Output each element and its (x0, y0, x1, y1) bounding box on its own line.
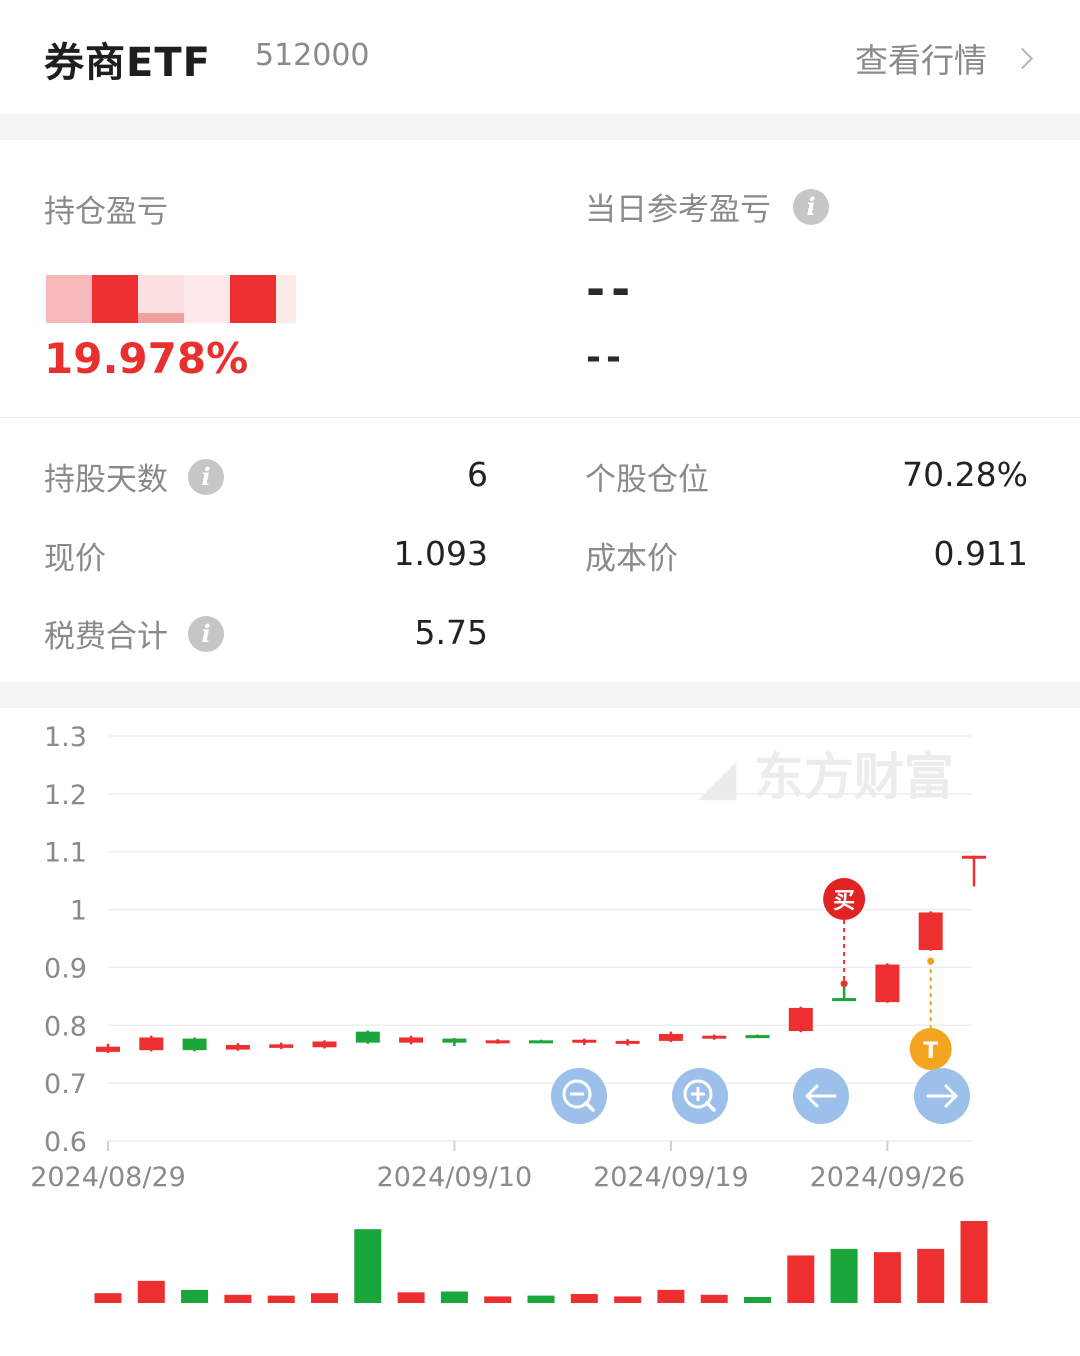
candle-body (355, 1031, 380, 1043)
y-tick-label: 1.1 (44, 838, 87, 869)
price-value: 1.093 (393, 534, 488, 573)
x-tick-label: 2024/09/26 (810, 1162, 966, 1193)
candle-body (962, 855, 986, 859)
volume-bar (311, 1293, 338, 1303)
cost-value: 0.911 (933, 534, 1028, 573)
y-tick-label: 0.9 (44, 953, 87, 984)
x-tick-label: 2024/09/19 (593, 1162, 749, 1193)
volume-bar (960, 1221, 988, 1303)
volume-bar (484, 1296, 512, 1303)
buy-marker-dot (840, 980, 848, 988)
zoom-in-icon[interactable] (672, 1068, 728, 1124)
volume-bar (137, 1280, 165, 1303)
volume-bar (570, 1293, 598, 1303)
hold-pnl-label: 持仓盈亏 (44, 194, 168, 230)
t-marker-text: T (923, 1039, 938, 1064)
fee-label: 税费合计 (44, 619, 168, 655)
y-tick-label: 0.7 (44, 1069, 87, 1100)
candle-body (269, 1044, 294, 1048)
candle-body (832, 998, 857, 1002)
hold-days-label-group: 持股天数 i (44, 454, 224, 499)
candle-body (788, 1007, 813, 1032)
position-value: 70.28% (902, 455, 1028, 494)
volume-bar (354, 1229, 382, 1303)
price-label: 现价 (44, 533, 106, 578)
candle-body (182, 1038, 207, 1051)
candle-body (615, 1040, 640, 1044)
volume-bar (700, 1294, 728, 1303)
fund-title: 券商ETF (44, 40, 211, 86)
divider (0, 417, 1080, 418)
arrow-left-icon[interactable] (793, 1068, 849, 1124)
hold-days-label: 持股天数 (44, 462, 168, 498)
candle-body (399, 1037, 424, 1043)
fund-code: 512000 (255, 38, 370, 73)
candle-body (918, 912, 943, 951)
buy-marker-text: 买 (833, 889, 855, 914)
hidden-amount-mosaic (46, 275, 296, 323)
volume-bar (181, 1289, 209, 1303)
header: 券商ETF 512000 查看行情 (0, 0, 1080, 114)
y-tick-label: 0.8 (44, 1011, 87, 1042)
info-icon[interactable]: i (188, 458, 224, 495)
candle-body (745, 1035, 770, 1039)
info-icon[interactable]: i (188, 615, 224, 652)
volume-bar (440, 1291, 468, 1303)
hold-days-value: 6 (467, 455, 488, 494)
volume-bar (614, 1296, 642, 1303)
candle-body (702, 1035, 727, 1039)
fee-value: 5.75 (414, 613, 488, 652)
candle-body (572, 1039, 597, 1043)
volume-bar (787, 1255, 815, 1303)
volume-bar (744, 1297, 771, 1303)
y-tick-label: 1.3 (44, 722, 87, 753)
candle-body (96, 1046, 120, 1052)
t-marker-dot (927, 957, 935, 965)
zoom-out-icon[interactable] (551, 1068, 607, 1124)
view-quote-label: 查看行情 (855, 41, 987, 80)
hold-pnl-percent: 19.978% (44, 334, 249, 383)
info-icon[interactable]: i (793, 188, 829, 225)
volume-bar (397, 1292, 425, 1303)
candle-body (139, 1037, 164, 1051)
x-tick-label: 2024/09/10 (377, 1162, 533, 1193)
volume-bar (873, 1252, 901, 1303)
candle-body (442, 1038, 467, 1043)
view-quote-link[interactable]: 查看行情 (855, 34, 1034, 82)
candle-body (485, 1040, 510, 1044)
volume-bar (527, 1295, 555, 1303)
fee-label-group: 税费合计 i (44, 611, 224, 656)
candle-body (529, 1040, 553, 1044)
volume-bar (657, 1289, 685, 1303)
candle-body (225, 1044, 250, 1050)
cost-label-text: 成本价 (585, 541, 678, 577)
today-pnl-label: 当日参考盈亏 (585, 192, 771, 228)
section-divider (0, 114, 1080, 140)
y-tick-label: 1 (70, 896, 87, 927)
volume-bar (830, 1248, 858, 1303)
volume-bar (917, 1248, 945, 1303)
candle-body (875, 964, 900, 1003)
section-divider (0, 682, 1080, 708)
arrow-right-icon[interactable] (914, 1068, 970, 1124)
chevron-right-icon (1011, 47, 1034, 69)
x-tick-label: 2024/08/29 (30, 1162, 186, 1193)
kline-chart[interactable]: ◢ 东方财富 1.3 1.2 1.1 1 0.9 0.8 0.7 0.6 2024/08/29 20… (0, 708, 1080, 1356)
position-label: 个股仓位 (585, 454, 709, 499)
today-pnl-value: -- (586, 262, 637, 316)
price-label-text: 现价 (44, 541, 106, 577)
position-label-text: 个股仓位 (585, 462, 709, 498)
today-pnl-sub: -- (586, 337, 626, 378)
volume-bar (224, 1294, 252, 1303)
candle-body (658, 1033, 683, 1041)
volume-bar (94, 1293, 122, 1303)
candle-body (312, 1041, 337, 1048)
cost-label: 成本价 (585, 533, 678, 578)
y-tick-label: 1.2 (44, 780, 87, 811)
y-tick-label: 0.6 (44, 1127, 87, 1158)
volume-bar (267, 1295, 295, 1303)
watermark-logo: ◢ 东方财富 (698, 748, 954, 806)
today-pnl-label-group: 当日参考盈亏 i (585, 184, 829, 229)
